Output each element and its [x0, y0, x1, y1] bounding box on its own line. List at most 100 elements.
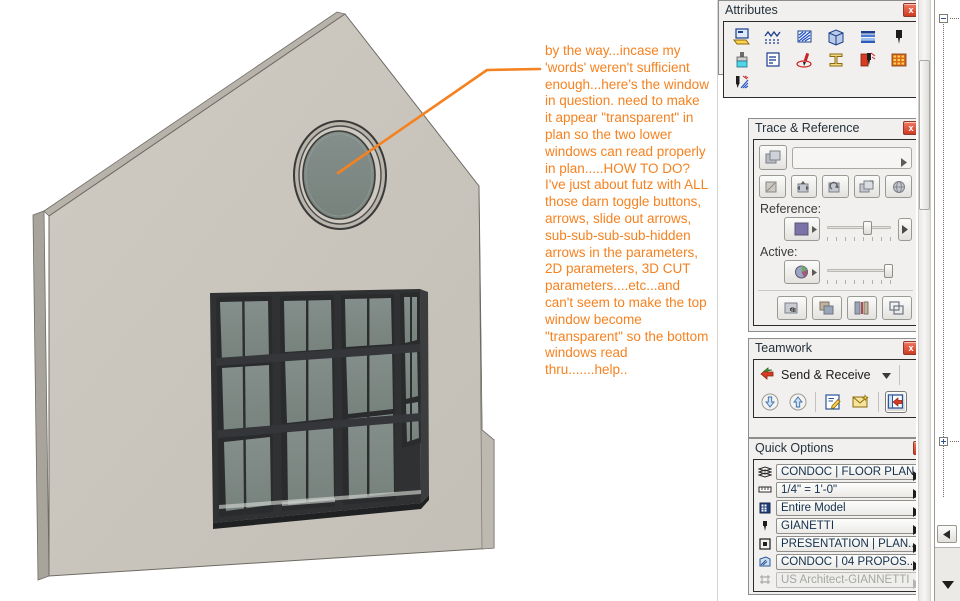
attributes-title-bar[interactable]: Attributes x: [719, 1, 922, 20]
composite-structure-icon[interactable]: [852, 25, 884, 48]
fill-attribute-icon[interactable]: [726, 25, 758, 48]
dimension-style-icon: [757, 572, 772, 587]
pan-trace-button[interactable]: [777, 296, 807, 320]
pen-set-dropdown[interactable]: GIANETTI: [776, 517, 924, 535]
tree-scroll-down-button[interactable]: [942, 576, 954, 594]
pen-set-icon[interactable]: [757, 518, 772, 533]
structure-display-icon[interactable]: [757, 500, 772, 515]
quick-options-title-bar[interactable]: Quick Options x: [749, 439, 932, 458]
split-view-button[interactable]: [847, 296, 877, 320]
overlay-view-button[interactable]: [882, 296, 912, 320]
pen-weight-icon[interactable]: [884, 25, 916, 48]
trace-title-label: Trace & Reference: [755, 121, 860, 135]
round-window: [293, 120, 387, 230]
model-view-options-value: PRESENTATION | PLAN...: [781, 537, 918, 550]
layer-combination-icon[interactable]: [757, 464, 772, 479]
active-transparency-slider[interactable]: [825, 261, 893, 284]
scale-ruler-icon[interactable]: [757, 482, 772, 497]
scrollbar-thumb[interactable]: [919, 60, 930, 210]
quick-option-row: CONDOC | 04 PROPOS...: [757, 553, 924, 571]
surface-paint-icon[interactable]: [726, 48, 758, 71]
teamwork-title-bar[interactable]: Teamwork x: [749, 339, 922, 358]
chevron-down-icon: [942, 581, 954, 589]
reference-expand-button[interactable]: [898, 217, 912, 241]
building-material-icon[interactable]: [821, 25, 853, 48]
attributes-icon-grid: [724, 22, 917, 97]
swap-reference-button[interactable]: [812, 296, 842, 320]
choose-reference-button[interactable]: [759, 145, 787, 170]
tree-branch-dots: [950, 441, 960, 442]
tree-branch-dots: [950, 18, 960, 19]
reference-color-button[interactable]: [784, 217, 820, 241]
roof-attribute-icon[interactable]: [758, 25, 790, 48]
left-arrow-icon: [943, 529, 950, 539]
trace-actions-row: [754, 170, 917, 198]
graphic-override-icon[interactable]: [757, 554, 772, 569]
pen-set-value: GIANETTI: [781, 519, 835, 532]
model-view-options-dropdown[interactable]: PRESENTATION | PLAN...: [776, 535, 924, 553]
slider-track: [827, 269, 891, 272]
reserve-elements-button[interactable]: [822, 391, 844, 413]
dimension-style-dropdown: US Architect-GIANNETTI: [776, 571, 924, 589]
graphic-override-dropdown[interactable]: CONDOC | 04 PROPOS...: [776, 553, 924, 571]
teamwork-project-button[interactable]: [885, 391, 907, 413]
structure-display-dropdown[interactable]: Entire Model: [776, 499, 924, 517]
trace-title-bar[interactable]: Trace & Reference x: [749, 119, 922, 138]
teamwork-button-row: [754, 387, 917, 417]
application-window: by the way...incase my 'words' weren't s…: [0, 0, 960, 601]
dock-scrollbar[interactable]: [916, 0, 934, 601]
attributes-title-label: Attributes: [725, 3, 778, 17]
reference-transparency-slider[interactable]: [825, 218, 893, 241]
slider-knob[interactable]: [862, 221, 872, 235]
palette-attributes[interactable]: Attributes x: [718, 0, 923, 98]
slider-knob[interactable]: [883, 264, 893, 278]
rotate-reference-button[interactable]: [759, 175, 786, 198]
dimension-style-value: US Architect-GIANNETTI: [781, 573, 910, 586]
trace-selector-row: [754, 140, 917, 170]
layer-combination-value: CONDOC | FLOOR PLAN: [781, 465, 915, 478]
line-type-icon[interactable]: [758, 48, 790, 71]
palette-quick-options[interactable]: Quick Options x CONDOC | FLOOR PLAN: [748, 438, 933, 595]
tree-expand-node[interactable]: [939, 437, 948, 446]
model-view-options-icon[interactable]: [757, 536, 772, 551]
slider-ticks: [827, 280, 891, 284]
profile-manager-icon[interactable]: [821, 48, 853, 71]
right-palette-dock: Attributes x Trace & Reference x Referen…: [718, 0, 960, 601]
chevron-down-icon[interactable]: [881, 368, 891, 382]
active-color-button[interactable]: [784, 260, 820, 284]
messages-button[interactable]: [850, 391, 872, 413]
marker-attribute-icon[interactable]: [789, 48, 821, 71]
city-grid-icon[interactable]: [884, 48, 916, 71]
send-receive-button[interactable]: Send & Receive: [760, 366, 891, 384]
receive-changes-button[interactable]: [759, 391, 781, 413]
quick-option-row: 1/4" = 1'-0": [757, 481, 924, 499]
palette-teamwork[interactable]: Teamwork x Send & Receive: [748, 338, 923, 438]
layer-combination-dropdown[interactable]: CONDOC | FLOOR PLAN: [776, 463, 924, 481]
project-tree-panel[interactable]: [934, 0, 960, 601]
scale-dropdown[interactable]: 1/4" = 1'-0": [776, 481, 924, 499]
trace-reference-label: Reference:: [760, 202, 822, 216]
align-reference-button[interactable]: [853, 175, 881, 198]
trace-reference-dropdown[interactable]: [792, 146, 912, 169]
divider: [878, 392, 879, 412]
hatch-attribute-icon[interactable]: [789, 25, 821, 48]
zone-category-icon[interactable]: [852, 48, 884, 71]
move-reference-button[interactable]: [790, 175, 818, 198]
teamwork-body: Send & Receive: [753, 359, 918, 418]
slider-track: [827, 226, 891, 229]
operation-profile-icon[interactable]: [726, 71, 758, 94]
slider-ticks: [827, 237, 891, 241]
quick-options-body: CONDOC | FLOOR PLAN 1/4" = 1'-0" Entire …: [753, 459, 928, 592]
tree-scroll-left-button[interactable]: [937, 525, 957, 543]
send-changes-button[interactable]: [787, 391, 809, 413]
reset-reference-button[interactable]: [822, 175, 849, 198]
trace-body: Reference: Active:: [753, 139, 918, 326]
send-receive-label: Send & Receive: [781, 368, 871, 382]
scale-value: 1/4" = 1'-0": [781, 483, 838, 496]
palette-trace-reference[interactable]: Trace & Reference x Reference: Active:: [748, 118, 923, 332]
trace-active-controls: [754, 260, 917, 284]
curtain-wall-windows: [210, 289, 429, 529]
divider: [898, 365, 900, 385]
reference-globe-button[interactable]: [885, 175, 912, 198]
tree-collapse-node[interactable]: [939, 14, 948, 23]
